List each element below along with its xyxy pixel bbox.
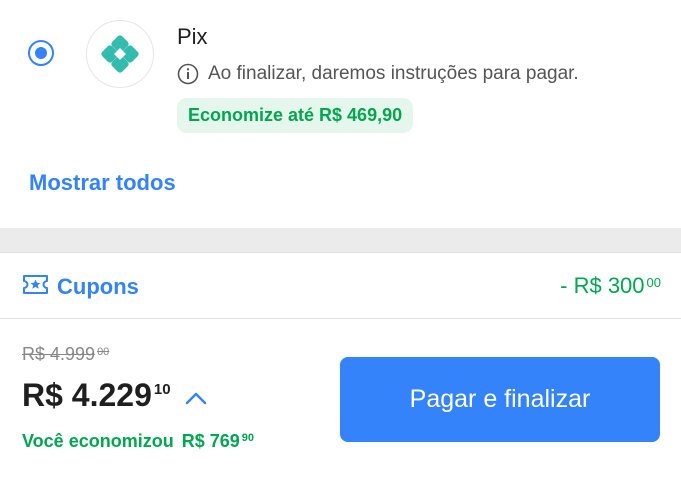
payment-info-row: Ao finalizar, daremos instruções para pa… [177, 63, 579, 85]
coupon-discount-cents: 00 [646, 275, 661, 290]
payment-method-section: Pix Ao finalizar, daremos instruções par… [0, 0, 681, 228]
original-price: R$ 4.999 00 [22, 344, 109, 365]
payment-method-title: Pix [177, 24, 208, 49]
radio-selected-dot [35, 47, 47, 59]
total-price: R$ 4.229 10 [22, 377, 207, 414]
savings-cents: 90 [241, 432, 254, 444]
chevron-up-icon[interactable] [185, 391, 207, 405]
payment-info-text: Ao finalizar, daremos instruções para pa… [208, 63, 579, 84]
savings-label: Você economizou [22, 431, 174, 451]
coupons-row[interactable]: Cupons - R$ 300 00 [0, 253, 681, 319]
coupon-discount-value: - R$ 300 [560, 273, 645, 298]
pix-logo-icon [86, 20, 154, 88]
section-divider [0, 228, 681, 252]
pix-radio-button[interactable] [28, 40, 54, 66]
savings-value: R$ 769 [181, 431, 240, 451]
coupons-label: Cupons [57, 274, 139, 299]
total-price-cents: 10 [153, 381, 171, 398]
promo-badge: Economize até R$ 469,90 [177, 98, 414, 133]
savings-summary: Você economizou R$ 769 90 [22, 431, 254, 452]
order-summary-card: Cupons - R$ 300 00 R$ 4.999 00 R$ 4.229 … [0, 252, 681, 501]
total-price-value: R$ 4.229 [22, 377, 152, 413]
info-icon [177, 63, 199, 85]
ticket-star-icon [23, 275, 48, 294]
show-all-link[interactable]: Mostrar todos [29, 170, 176, 196]
original-price-value: R$ 4.999 [22, 344, 96, 364]
original-price-cents: 00 [97, 346, 110, 358]
coupon-discount: - R$ 300 00 [560, 273, 661, 299]
pay-and-finish-button[interactable]: Pagar e finalizar [340, 357, 660, 442]
